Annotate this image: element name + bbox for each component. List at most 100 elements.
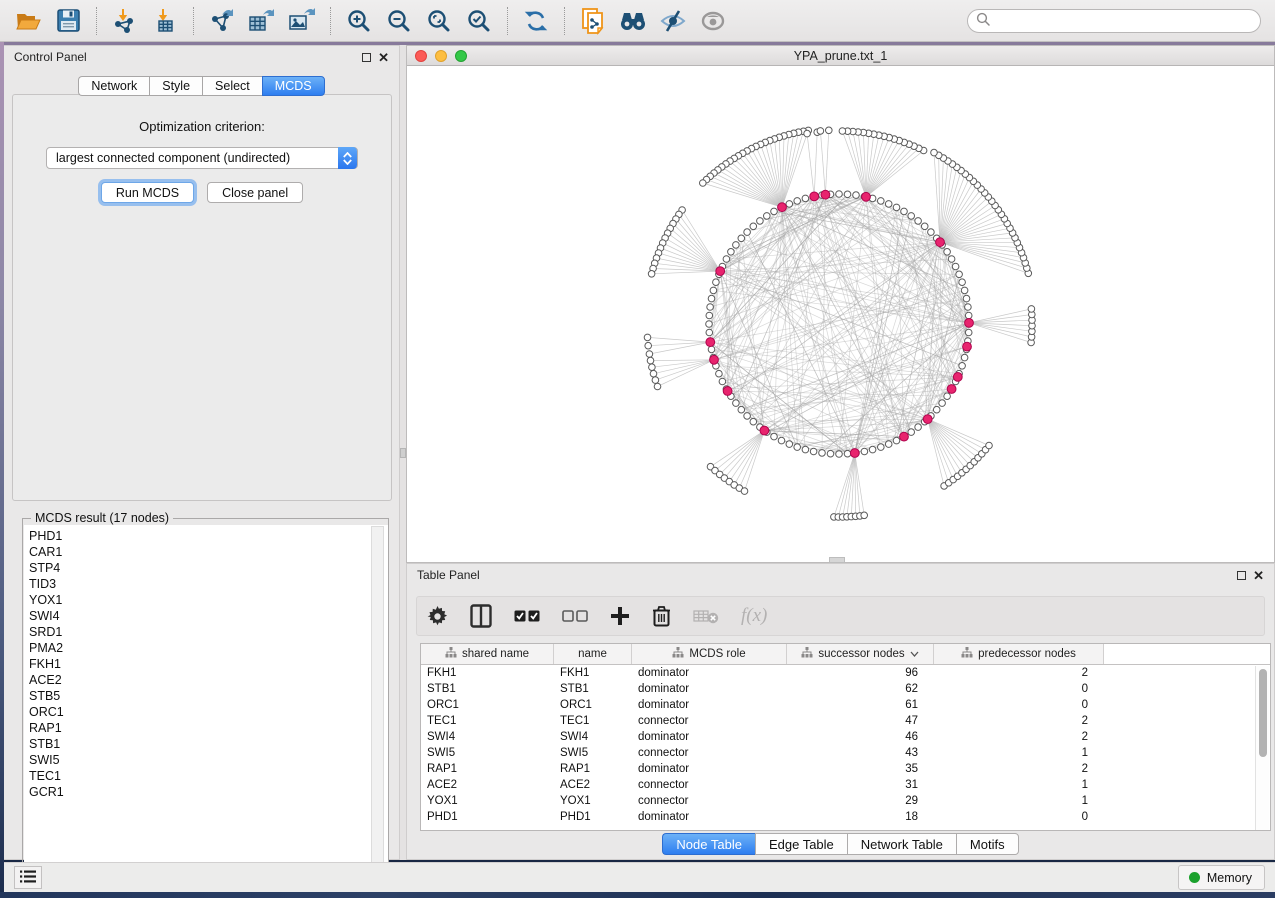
- table-cell: ACE2: [554, 779, 632, 791]
- export-image-button[interactable]: [282, 3, 322, 39]
- deselect-all-button[interactable]: [562, 610, 588, 623]
- mcds-result-item[interactable]: ORC1: [29, 704, 388, 720]
- task-history-button[interactable]: [14, 866, 42, 889]
- column-header-name[interactable]: name: [554, 644, 632, 664]
- table-row[interactable]: YOX1YOX1connector291: [421, 793, 1270, 809]
- zoom-out-button[interactable]: [379, 3, 419, 39]
- criterion-select[interactable]: largest connected component (undirected): [46, 147, 358, 169]
- mcds-result-item[interactable]: STP4: [29, 560, 388, 576]
- import-network-button[interactable]: [105, 3, 145, 39]
- mcds-result-item[interactable]: RAP1: [29, 720, 388, 736]
- table-cell: SWI5: [554, 747, 632, 759]
- table-cell: 46: [787, 731, 934, 743]
- zoom-in-button[interactable]: [339, 3, 379, 39]
- tab-network-table[interactable]: Network Table: [847, 833, 956, 855]
- network-canvas[interactable]: [407, 66, 1274, 562]
- mcds-result-item[interactable]: STB5: [29, 688, 388, 704]
- mcds-result-item[interactable]: GCR1: [29, 784, 388, 800]
- open-file-button[interactable]: [8, 3, 48, 39]
- new-network-from-selection-button[interactable]: [573, 3, 613, 39]
- export-network-button[interactable]: [202, 3, 242, 39]
- add-column-button[interactable]: [610, 606, 630, 626]
- table-cell: TEC1: [421, 715, 554, 727]
- delete-column-button[interactable]: [652, 605, 671, 627]
- mcds-result-item[interactable]: SWI5: [29, 752, 388, 768]
- tab-node-table[interactable]: Node Table: [662, 833, 755, 855]
- save-session-button[interactable]: [48, 3, 88, 39]
- mcds-result-item[interactable]: PMA2: [29, 640, 388, 656]
- toolbar-separator: [507, 7, 508, 35]
- export-table-button[interactable]: [242, 3, 282, 39]
- float-window-icon[interactable]: [1237, 571, 1246, 580]
- import-table-button[interactable]: [145, 3, 185, 39]
- tab-edge-table[interactable]: Edge Table: [755, 833, 847, 855]
- document-network-icon: [580, 7, 606, 35]
- show-all-button[interactable]: [693, 3, 733, 39]
- network-titlebar[interactable]: YPA_prune.txt_1: [407, 46, 1274, 66]
- control-panel-titlebar: Control Panel ✕: [4, 46, 399, 68]
- select-all-button[interactable]: [514, 610, 540, 623]
- zoom-selected-button[interactable]: [459, 3, 499, 39]
- horizontal-splitter-handle[interactable]: [829, 557, 845, 563]
- scrollbar-thumb[interactable]: [1259, 669, 1267, 757]
- table-row[interactable]: TEC1TEC1connector472: [421, 713, 1270, 729]
- table-row[interactable]: ORC1ORC1dominator610: [421, 697, 1270, 713]
- table-cell: PHD1: [554, 811, 632, 823]
- column-header-mcds-role[interactable]: MCDS role: [632, 644, 787, 664]
- run-mcds-button[interactable]: Run MCDS: [101, 182, 194, 203]
- table-row[interactable]: SWI4SWI4dominator462: [421, 729, 1270, 745]
- network-search-box[interactable]: [967, 9, 1261, 33]
- close-panel-button[interactable]: Close panel: [207, 182, 303, 203]
- table-cell: YOX1: [554, 795, 632, 807]
- close-icon[interactable]: ✕: [1253, 571, 1264, 580]
- close-icon[interactable]: ✕: [378, 53, 389, 62]
- float-window-icon[interactable]: [362, 53, 371, 62]
- column-header-predecessor-nodes[interactable]: predecessor nodes: [934, 644, 1104, 664]
- first-neighbors-button[interactable]: [613, 3, 653, 39]
- mcds-result-item[interactable]: TID3: [29, 576, 388, 592]
- table-cell: ORC1: [421, 699, 554, 711]
- table-settings-button[interactable]: [427, 606, 448, 627]
- tab-select[interactable]: Select: [202, 76, 262, 96]
- delete-table-button: [693, 608, 719, 624]
- table-row[interactable]: RAP1RAP1dominator352: [421, 761, 1270, 777]
- mcds-result-scrollbar[interactable]: [371, 526, 384, 881]
- zoom-fit-button[interactable]: [419, 3, 459, 39]
- table-row[interactable]: SWI5SWI5connector431: [421, 745, 1270, 761]
- hide-selected-button[interactable]: [653, 3, 693, 39]
- mcds-result-item[interactable]: CAR1: [29, 544, 388, 560]
- main-toolbar: [0, 0, 1275, 42]
- column-header-successor-nodes[interactable]: successor nodes: [787, 644, 934, 664]
- table-row[interactable]: ACE2ACE2connector311: [421, 777, 1270, 793]
- status-bar: Memory: [4, 862, 1275, 892]
- mcds-result-item[interactable]: STB1: [29, 736, 388, 752]
- refresh-button[interactable]: [516, 3, 556, 39]
- control-panel-title: Control Panel: [14, 50, 87, 64]
- mcds-result-item[interactable]: TEC1: [29, 768, 388, 784]
- memory-button[interactable]: Memory: [1178, 865, 1265, 890]
- show-columns-button[interactable]: [470, 604, 492, 628]
- tab-motifs[interactable]: Motifs: [956, 833, 1019, 855]
- mcds-result-item[interactable]: SWI4: [29, 608, 388, 624]
- mcds-result-item[interactable]: YOX1: [29, 592, 388, 608]
- table-row[interactable]: FKH1FKH1dominator962: [421, 665, 1270, 681]
- table-cell: 1: [934, 795, 1104, 807]
- table-row[interactable]: PHD1PHD1dominator180: [421, 809, 1270, 825]
- mcds-result-list[interactable]: PHD1CAR1STP4TID3YOX1SWI4SRD1PMA2FKH1ACE2…: [24, 525, 388, 882]
- table-cell: 62: [787, 683, 934, 695]
- tab-network[interactable]: Network: [78, 76, 149, 96]
- tab-style[interactable]: Style: [149, 76, 202, 96]
- mcds-result-item[interactable]: SRD1: [29, 624, 388, 640]
- tab-mcds[interactable]: MCDS: [262, 76, 325, 96]
- mcds-result-item[interactable]: ACE2: [29, 672, 388, 688]
- mcds-result-item[interactable]: FKH1: [29, 656, 388, 672]
- desktop-background-bottom: [0, 892, 1275, 898]
- search-input[interactable]: [995, 14, 1252, 28]
- table-cell: dominator: [632, 763, 787, 775]
- table-cell: 0: [934, 811, 1104, 823]
- table-cell: connector: [632, 795, 787, 807]
- table-scrollbar[interactable]: [1255, 666, 1269, 830]
- column-header-shared-name[interactable]: shared name: [421, 644, 554, 664]
- mcds-result-item[interactable]: PHD1: [29, 528, 388, 544]
- table-row[interactable]: STB1STB1dominator620: [421, 681, 1270, 697]
